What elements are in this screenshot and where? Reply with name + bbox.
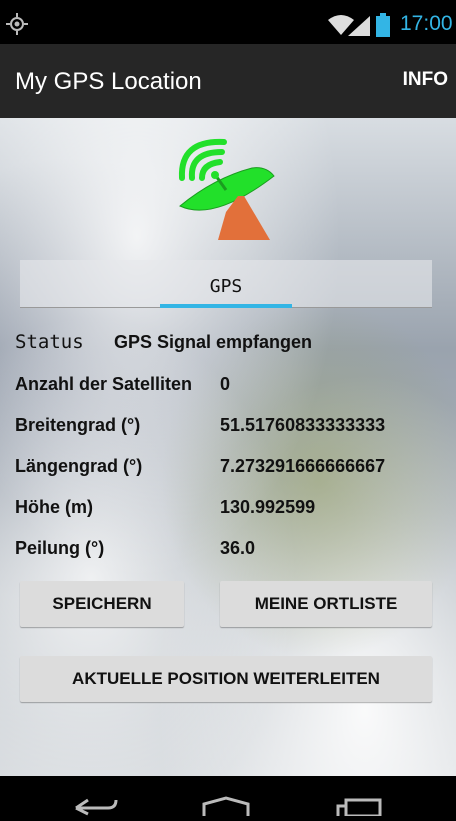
satellites-value: 0 — [220, 374, 231, 394]
altitude-label: Höhe (m) — [15, 497, 93, 517]
save-button[interactable]: SPEICHERN — [20, 581, 184, 627]
status-bar: 17:00 — [0, 0, 456, 44]
altitude-value: 130.992599 — [220, 497, 316, 517]
action-bar: My GPS Location INFO — [0, 44, 456, 118]
share-position-label: AKTUELLE POSITION WEITERLEITEN — [72, 669, 380, 688]
satellites-label: Anzahl der Satelliten — [15, 374, 193, 394]
status-value: GPS Signal empfangen — [114, 332, 313, 352]
bearing-label: Peilung (°) — [15, 538, 105, 558]
satellite-dish-icon — [174, 134, 280, 247]
my-location-list-button[interactable]: MEINE ORTLISTE — [220, 581, 432, 627]
battery-icon — [376, 13, 390, 42]
my-location-list-label: MEINE ORTLISTE — [254, 594, 398, 613]
app-title: My GPS Location — [15, 68, 202, 95]
navigation-bar — [0, 776, 456, 818]
latitude-label: Breitengrad (°) — [15, 415, 141, 435]
home-icon[interactable] — [201, 796, 251, 821]
status-time: 17:00 — [400, 12, 453, 35]
recent-apps-icon[interactable] — [336, 798, 382, 821]
tab-gps[interactable]: GPS — [20, 260, 432, 308]
share-position-button[interactable]: AKTUELLE POSITION WEITERLEITEN — [20, 656, 432, 702]
signal-icon — [348, 16, 370, 41]
back-icon[interactable] — [74, 796, 118, 821]
main-content: GPS Status GPS Signal empfangen Anzahl d… — [0, 118, 456, 776]
info-button[interactable]: INFO — [403, 69, 448, 91]
save-button-label: SPEICHERN — [52, 594, 152, 613]
latitude-value: 51.51760833333333 — [220, 415, 386, 435]
tab-indicator — [160, 304, 292, 308]
tab-gps-label: GPS — [209, 276, 243, 297]
longitude-value: 7.273291666666667 — [220, 456, 386, 476]
longitude-label: Längengrad (°) — [15, 456, 143, 476]
status-label: Status — [15, 331, 84, 353]
gps-icon — [6, 13, 28, 40]
bearing-value: 36.0 — [220, 538, 256, 558]
